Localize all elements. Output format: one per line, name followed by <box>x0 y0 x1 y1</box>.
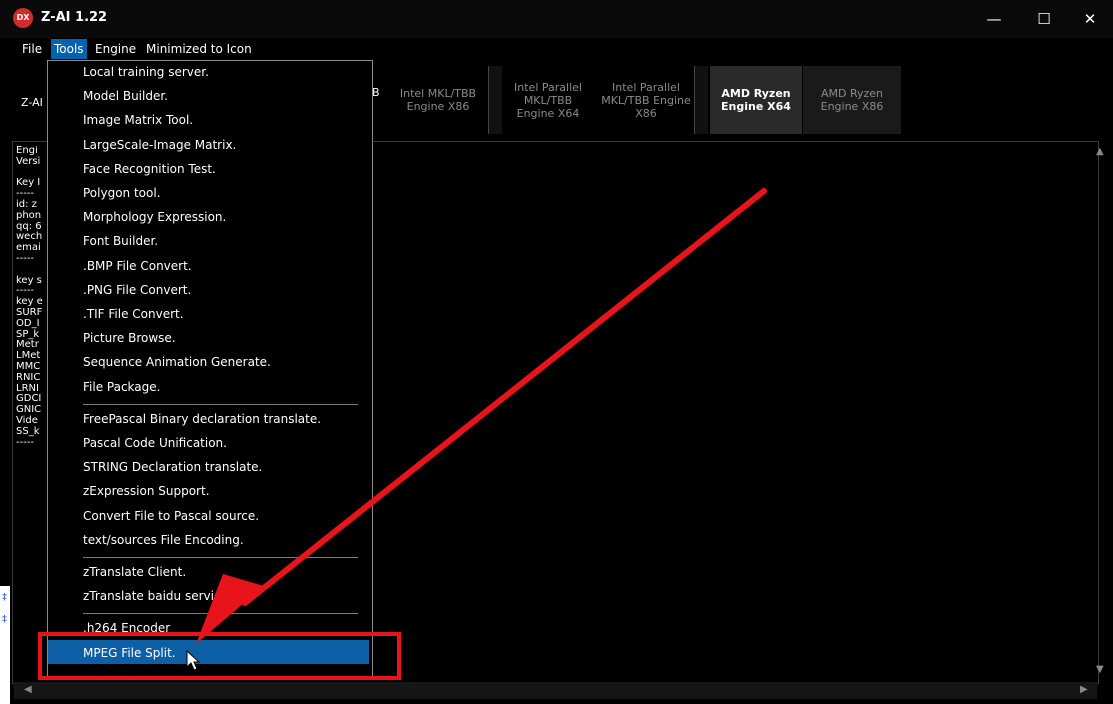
mouse-cursor-icon <box>186 650 201 671</box>
annotation-arrow <box>196 188 767 644</box>
